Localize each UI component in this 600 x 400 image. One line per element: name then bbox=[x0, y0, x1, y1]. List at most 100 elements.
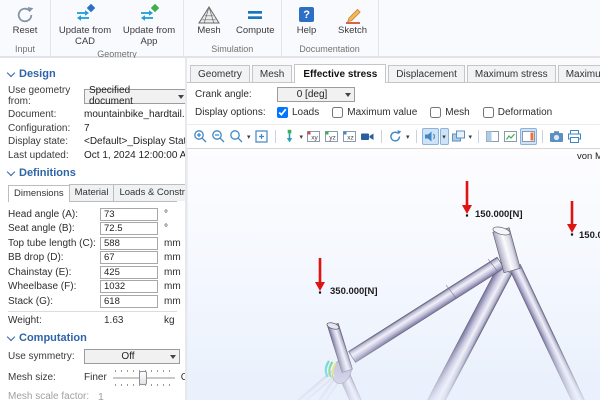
update-from-cad-label: Update from CAD bbox=[57, 26, 113, 47]
app-window: Reset Input Update from CAD Update from … bbox=[0, 0, 600, 400]
transparency-icon[interactable] bbox=[450, 128, 467, 145]
help-label: Help bbox=[297, 26, 317, 37]
tab-geometry[interactable]: Geometry bbox=[190, 65, 250, 82]
tab-material[interactable]: Material bbox=[69, 184, 115, 201]
checkbox-loads[interactable]: Loads bbox=[277, 107, 319, 118]
help-icon: ? bbox=[299, 3, 314, 26]
head-angle-input[interactable] bbox=[100, 208, 158, 221]
tab-effective-stress[interactable]: Effective stress bbox=[294, 64, 386, 83]
dropdown-caret-icon[interactable]: ▾ bbox=[246, 133, 252, 141]
dropdown-caret-icon[interactable]: ▾ bbox=[299, 133, 305, 141]
seat-angle-input[interactable] bbox=[100, 222, 158, 235]
view-xy-icon[interactable]: xy bbox=[305, 128, 322, 145]
mesh-scale-factor-label: Mesh scale factor: bbox=[8, 391, 98, 400]
seat-angle-unit: ° bbox=[164, 223, 168, 234]
display-state-label: Display state: bbox=[8, 136, 84, 147]
mesh-button[interactable]: Mesh bbox=[187, 2, 231, 43]
help-button[interactable]: ? Help bbox=[285, 2, 329, 43]
head-angle-label: Head angle (A): bbox=[8, 209, 100, 220]
tab-dimensions[interactable]: Dimensions bbox=[8, 185, 70, 202]
view-xz-icon[interactable]: xz bbox=[341, 128, 358, 145]
svg-text:xy: xy bbox=[311, 135, 318, 142]
last-updated-value: Oct 1, 2024 12:00:00 AM bbox=[84, 150, 187, 161]
default-view-icon[interactable] bbox=[281, 128, 298, 145]
dropdown-arrow-icon bbox=[345, 93, 351, 97]
top-tube-length-input[interactable] bbox=[100, 237, 158, 250]
tab-maximum-stress[interactable]: Maximum stress bbox=[467, 65, 556, 82]
update-from-app-button[interactable]: Update from App bbox=[118, 2, 180, 48]
split-view-icon[interactable] bbox=[484, 128, 501, 145]
update-from-cad-button[interactable]: Update from CAD bbox=[54, 2, 116, 48]
ribbon-group-label: Documentation bbox=[285, 43, 375, 56]
stack-unit: mm bbox=[164, 296, 181, 307]
weight-value: 1.63 bbox=[100, 315, 158, 326]
plot-window-icon[interactable] bbox=[502, 128, 519, 145]
last-updated-label: Last updated: bbox=[8, 150, 84, 161]
wheelbase-label: Wheelbase (F): bbox=[8, 281, 100, 292]
chainstay-label: Chainstay (E): bbox=[8, 267, 100, 278]
stack-label: Stack (G): bbox=[8, 296, 100, 307]
checkbox-mesh[interactable]: Mesh bbox=[430, 107, 469, 118]
seat-angle-label: Seat angle (B): bbox=[8, 223, 100, 234]
snapshot-icon[interactable] bbox=[548, 128, 565, 145]
compute-button[interactable]: Compute bbox=[233, 2, 278, 43]
mesh-size-label: Mesh size: bbox=[8, 372, 84, 383]
chevron-down-icon bbox=[7, 168, 15, 176]
definitions-tabbar: Dimensions Material Loads & Constraints bbox=[8, 184, 177, 202]
svg-text:xz: xz bbox=[347, 135, 354, 142]
sketch-button[interactable]: Sketch bbox=[331, 2, 375, 43]
dropdown-caret-icon[interactable]: ▾ bbox=[405, 133, 411, 141]
finer-label: Finer bbox=[84, 372, 107, 383]
zoom-extents-icon[interactable] bbox=[253, 128, 270, 145]
zoom-out-icon[interactable] bbox=[210, 128, 227, 145]
design-section-header[interactable]: Design bbox=[8, 68, 177, 80]
reset-icon bbox=[14, 3, 36, 26]
chainstay-input[interactable] bbox=[100, 266, 158, 279]
computation-section-header[interactable]: Computation bbox=[8, 332, 177, 344]
use-symmetry-select[interactable]: Off bbox=[84, 349, 180, 364]
tab-mesh[interactable]: Mesh bbox=[252, 65, 292, 82]
graphics-canvas[interactable]: 350.000[N] 150.000[N] 150.0 von Mise bbox=[187, 149, 600, 400]
checkbox-maximum-value[interactable]: Maximum value bbox=[332, 107, 417, 118]
bb-drop-input[interactable] bbox=[100, 251, 158, 264]
slider-thumb[interactable] bbox=[139, 371, 147, 385]
chevron-down-icon bbox=[7, 69, 15, 77]
dropdown-caret-icon[interactable]: ▾ bbox=[468, 133, 474, 141]
use-geometry-from-select[interactable]: Specified document bbox=[84, 89, 187, 104]
computation-section-title: Computation bbox=[19, 332, 87, 344]
dropdown-arrow-icon bbox=[170, 355, 176, 359]
load-label-head: 150.000[N] bbox=[475, 209, 523, 220]
configuration-value: 7 bbox=[84, 123, 90, 134]
rotate-icon[interactable] bbox=[387, 128, 404, 145]
stack-input[interactable] bbox=[100, 295, 158, 308]
print-icon[interactable] bbox=[566, 128, 583, 145]
mesh-icon bbox=[197, 3, 221, 26]
tab-loads-constraints[interactable]: Loads & Constraints bbox=[113, 184, 187, 201]
color-legend-icon[interactable] bbox=[520, 128, 537, 145]
dropdown-arrow-icon bbox=[178, 95, 184, 99]
definitions-section-header[interactable]: Definitions bbox=[8, 167, 177, 179]
view-yz-icon[interactable]: yz bbox=[323, 128, 340, 145]
compute-label: Compute bbox=[236, 26, 275, 37]
update-from-app-icon bbox=[137, 3, 161, 26]
checkbox-deformation[interactable]: Deformation bbox=[483, 107, 552, 118]
crank-angle-select[interactable]: 0 [deg] bbox=[277, 87, 355, 102]
movie-icon[interactable] bbox=[359, 128, 376, 145]
scene-light-caret-icon[interactable]: ▾ bbox=[440, 128, 449, 145]
update-from-cad-icon bbox=[73, 3, 97, 26]
reset-button[interactable]: Reset bbox=[3, 2, 47, 43]
tab-maximum-stress-range[interactable]: Maximum stress range bbox=[558, 65, 600, 82]
load-arrow bbox=[567, 201, 577, 236]
mesh-size-slider[interactable] bbox=[113, 369, 175, 387]
top-tube-length-label: Top tube length (C): bbox=[8, 238, 100, 249]
tab-displacement[interactable]: Displacement bbox=[388, 65, 465, 82]
scene-light-icon[interactable] bbox=[422, 128, 439, 145]
sketch-label: Sketch bbox=[338, 26, 367, 37]
wheelbase-input[interactable] bbox=[100, 280, 158, 293]
graphics-toolbar: ▾ ▾ xy yz xz ▾ ▾ ▾ bbox=[187, 124, 600, 149]
load-arrow bbox=[315, 258, 325, 294]
ribbon-group-geometry: Update from CAD Update from App Geometry bbox=[51, 0, 184, 56]
zoom-in-icon[interactable] bbox=[192, 128, 209, 145]
configuration-label: Configuration: bbox=[8, 123, 84, 134]
zoom-selected-icon[interactable] bbox=[228, 128, 245, 145]
